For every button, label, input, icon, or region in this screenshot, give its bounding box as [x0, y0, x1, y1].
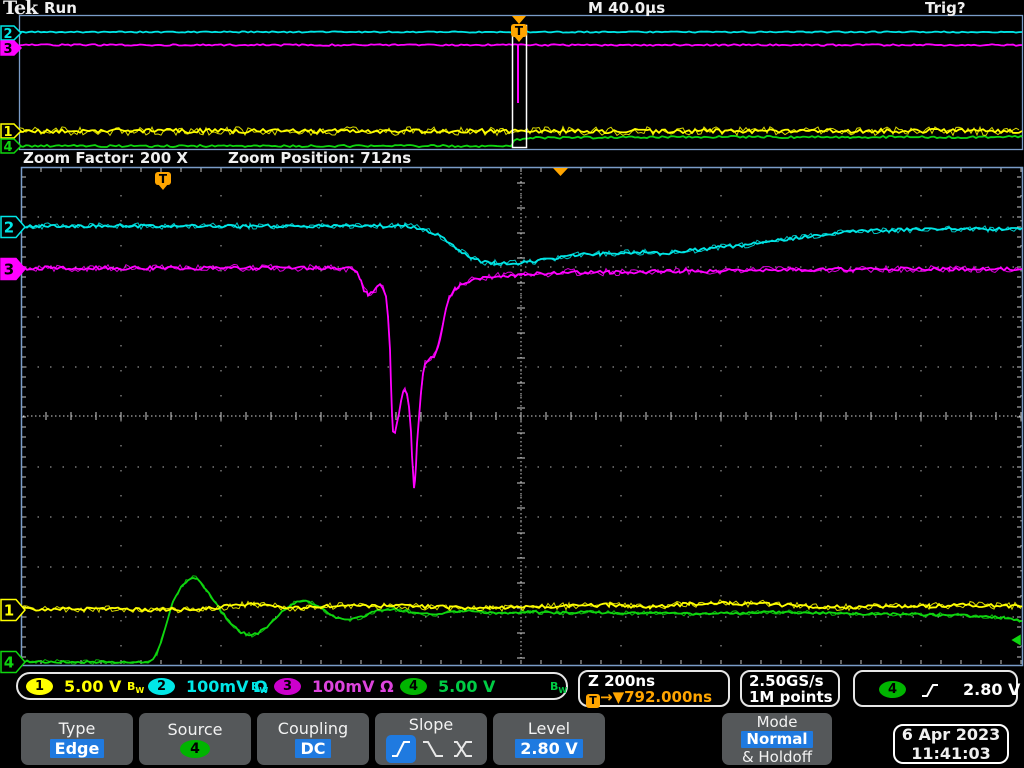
zoom-timebase-box: Z 200ns T →▼792.000ns — [578, 670, 730, 708]
mode-label: Mode — [756, 712, 798, 731]
menu-coupling-button[interactable]: Coupling DC — [257, 713, 369, 765]
overview-ch1-marker-number: 1 — [3, 125, 12, 140]
rising-edge-icon — [392, 740, 410, 757]
zoom-position-label: Zoom Position: 712ns — [228, 149, 412, 167]
menu-level-button[interactable]: Level 2.80 V — [493, 713, 605, 765]
mode-value: Normal — [741, 730, 813, 748]
overview-ch4-trace — [19, 134, 1023, 149]
type-value: Edge — [49, 739, 105, 758]
menu-mode-button[interactable]: Mode Normal & Holdoff — [722, 713, 832, 765]
record-length-readout: 1M points — [749, 688, 833, 706]
menu-source-button[interactable]: Source 4 — [139, 713, 251, 765]
main-timebase: M 40.0µs — [588, 0, 666, 17]
either-edge-icon[interactable] — [450, 738, 476, 760]
ch1-badge[interactable]: 1 — [26, 678, 53, 695]
overview-ch3-trace — [19, 43, 1023, 47]
menu-slope-button[interactable]: Slope — [375, 713, 487, 765]
tek-logo: Tek — [3, 0, 38, 19]
slope-options — [386, 734, 476, 763]
main-ch1-marker-number: 1 — [4, 602, 14, 620]
source-label: Source — [167, 719, 223, 739]
ch2-badge[interactable]: 2 — [148, 678, 175, 695]
slope-label: Slope — [408, 714, 454, 734]
channel-readout-box: 1 5.00 V BW 2 100mV Ω BW 3 100mV Ω 4 5.0… — [16, 672, 568, 700]
level-value: 2.80 V — [515, 739, 583, 758]
main-ch3-marker-number: 3 — [4, 261, 14, 279]
trigger-level-readout: 2.80 V — [963, 680, 1021, 699]
level-label: Level — [527, 719, 571, 738]
waveform-plot: TT12341234 — [0, 14, 1024, 674]
overview-trigger-position-icon[interactable] — [512, 16, 526, 24]
ch4-right-edge-arrow-icon — [1010, 633, 1022, 647]
trigger-t-icon: T — [586, 693, 600, 708]
main-ch2-marker-number: 2 — [4, 219, 14, 237]
overview-ch3-marker-number: 3 — [3, 42, 12, 57]
overview-ch4-marker-number: 4 — [3, 140, 12, 155]
trigger-delay-readout: T →▼792.000ns — [586, 688, 712, 708]
date-readout: 6 Apr 2023 — [901, 725, 1001, 744]
coupling-value: DC — [295, 739, 331, 758]
trigger-slope-icon — [922, 684, 938, 697]
main-ch4-marker-number: 4 — [4, 654, 14, 672]
time-readout: 11:41:03 — [911, 744, 991, 763]
ch4-badge[interactable]: 4 — [400, 678, 427, 695]
trigger-status: Trig? — [925, 0, 966, 17]
mode-extra: & Holdoff — [741, 747, 813, 766]
ch3-badge[interactable]: 3 — [274, 678, 301, 695]
ch3-scale-readout: 100mV Ω — [312, 677, 394, 696]
overview-ch2-marker-number: 2 — [3, 27, 12, 42]
acquisition-info-box: 2.50GS/s 1M points — [740, 670, 840, 707]
menu-type-button[interactable]: Type Edge — [21, 713, 133, 765]
type-label: Type — [58, 719, 96, 738]
acquisition-status: Run — [44, 0, 77, 17]
trigger-readout-box: 4 2.80 V — [853, 670, 1021, 707]
slope-rising-selected[interactable] — [386, 734, 416, 763]
main-trigger-position-icon[interactable] — [553, 168, 568, 176]
main-trigger-flag-letter: T — [159, 172, 168, 186]
source-value-badge: 4 — [180, 739, 210, 758]
oscilloscope-screen: TT12341234 Tek Run M 40.0µs Trig? Zoom F… — [0, 0, 1024, 768]
trigger-source-badge: 4 — [879, 681, 906, 698]
ch1-scale-readout: 5.00 V — [64, 677, 122, 696]
ch1-bandwidth-icon: BW — [127, 680, 145, 696]
ch2-bandwidth-icon: BW — [251, 680, 269, 696]
main-ch3-trace-fuzz — [20, 263, 1020, 486]
datetime-box: 6 Apr 2023 11:41:03 — [893, 724, 1009, 764]
zoom-factor-label: Zoom Factor: 200 X — [23, 149, 188, 167]
coupling-label: Coupling — [277, 719, 349, 738]
overview-trigger-flag-letter: T — [515, 24, 524, 38]
ch4-scale-readout: 5.00 V — [438, 677, 496, 696]
ch4-bandwidth-icon: BW — [550, 680, 568, 696]
falling-edge-icon[interactable] — [420, 738, 446, 760]
